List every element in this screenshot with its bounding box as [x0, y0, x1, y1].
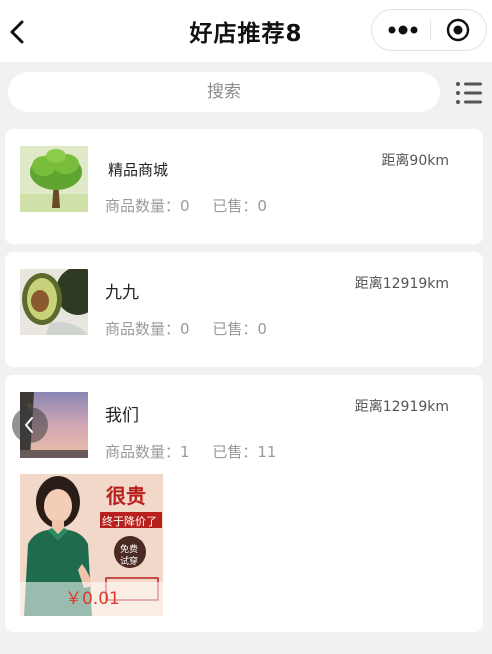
banner-headline: 很贵 [106, 484, 146, 508]
list-icon[interactable] [454, 78, 484, 108]
more-dots-icon[interactable] [386, 22, 420, 38]
badge-line-2: 试穿 [120, 557, 139, 567]
sold-count: 已售：11 [212, 443, 277, 461]
shop-name: 我们 [105, 406, 139, 426]
shop-name: 精品商城 [108, 161, 169, 179]
shop-thumbnail [20, 146, 88, 212]
banner-subline: 终于降价了 [102, 515, 157, 528]
nav-bar: 好店推荐8 [0, 0, 492, 62]
shop-thumbnail [20, 269, 88, 335]
shop-distance: 距离90km [381, 153, 449, 169]
shop-stats: 商品数量：1 已售：11 [105, 441, 294, 462]
shop-card[interactable]: 精品商城 距离90km 商品数量：0 已售：0 [5, 129, 483, 244]
mini-program-capsule [371, 9, 487, 51]
product-card[interactable]: 很贵 终于降价了 免费 试穿 ￥0.01 [20, 474, 163, 616]
shop-distance: 距离12919km [354, 399, 449, 415]
avocado-image [20, 269, 88, 335]
product-count: 商品数量：0 [105, 320, 190, 338]
chevron-left-icon [25, 417, 33, 433]
target-icon[interactable] [446, 18, 470, 42]
tree-image [20, 146, 88, 212]
product-count: 商品数量：1 [105, 443, 190, 461]
shop-stats: 商品数量：0 已售：0 [105, 195, 285, 216]
search-input[interactable]: 搜索 [8, 72, 440, 112]
scroll-left-button[interactable] [12, 407, 48, 443]
capsule-divider [430, 20, 431, 40]
shop-card[interactable]: 九九 距离12919km 商品数量：0 已售：0 [5, 252, 483, 367]
sold-count: 已售：0 [212, 197, 267, 215]
shop-stats: 商品数量：0 已售：0 [105, 318, 285, 339]
product-price: ￥0.01 [65, 589, 120, 609]
shop-card[interactable]: 我们 距离12919km 商品数量：1 已售：11 很贵 终于降价了 免费 试穿… [5, 375, 483, 632]
shop-distance: 距离12919km [354, 276, 449, 292]
shop-name: 九九 [105, 283, 139, 303]
sold-count: 已售：0 [212, 320, 267, 338]
product-count: 商品数量：0 [105, 197, 190, 215]
